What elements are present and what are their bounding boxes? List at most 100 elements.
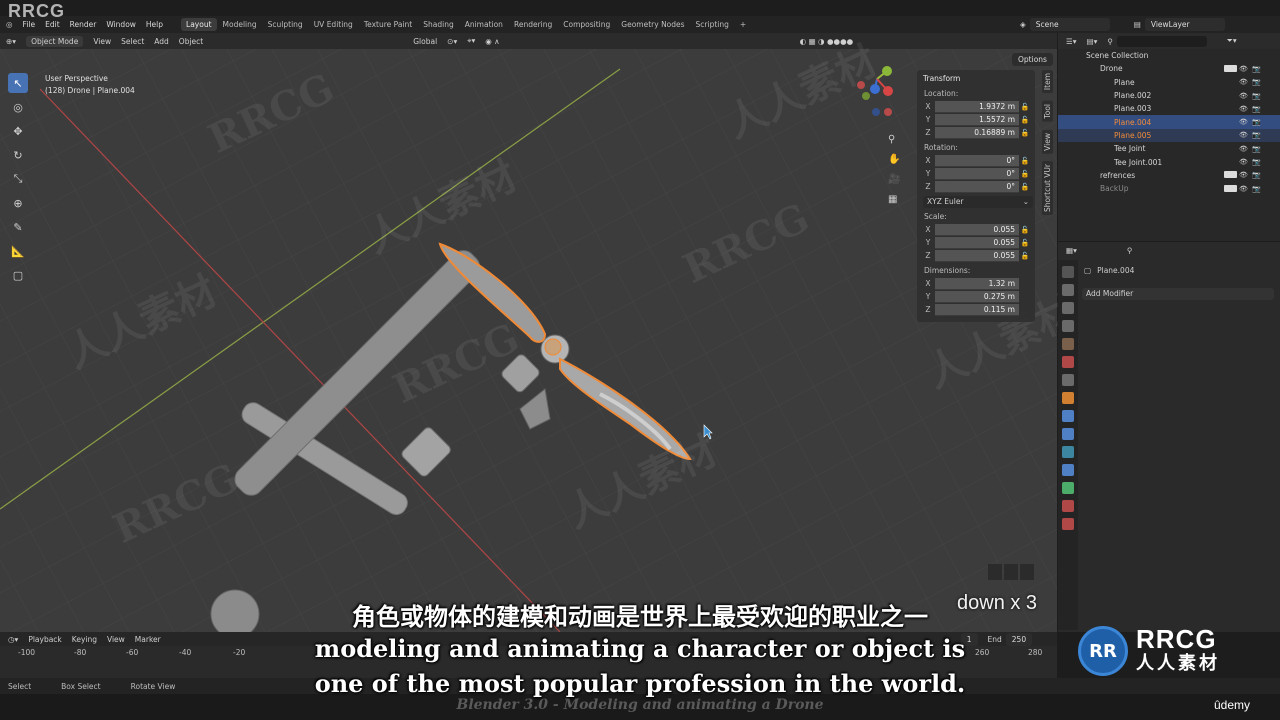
location-y-field[interactable]: 1.5572 m [935,113,1019,126]
tab-compositing[interactable]: Compositing [558,18,615,31]
options-button[interactable]: Options [1012,53,1053,66]
lock-icon[interactable]: 🔓 [1019,226,1031,234]
material-props-icon[interactable] [1062,500,1074,512]
scale-z-field[interactable]: 0.055 [935,249,1019,262]
constraints-props-icon[interactable] [1062,464,1074,476]
world-props-icon[interactable] [1062,356,1074,368]
search-icon[interactable]: ⚲ [1107,37,1113,46]
tab-shortcut-vur[interactable]: Shortcut VUr [1041,161,1053,216]
menu-view[interactable]: View [93,37,111,46]
properties-type-icon[interactable]: ▦▾ [1066,246,1077,255]
object-name[interactable]: Plane.004 [1097,266,1134,275]
lock-icon[interactable]: 🔓 [1019,239,1031,247]
location-x-field[interactable]: 1.9372 m [935,100,1019,113]
dimensions-x-field[interactable]: 1.32 m [935,277,1019,290]
physics-props-icon[interactable] [1062,446,1074,458]
lock-icon[interactable]: 🔓 [1019,252,1031,260]
tab-tool[interactable]: Tool [1041,101,1053,122]
dimensions-y-field[interactable]: 0.275 m [935,290,1019,303]
outliner-item-plane-003[interactable]: Plane.003 👁 📷 [1058,102,1280,115]
display-mode-icon[interactable]: ▤▾ [1087,37,1098,46]
add-modifier-dropdown[interactable]: Add Modifier [1082,288,1274,300]
object-props-icon[interactable] [1062,392,1074,404]
particles-props-icon[interactable] [1062,428,1074,440]
tab-view[interactable]: View [1041,129,1053,154]
tool-props-icon[interactable] [1062,266,1074,278]
tab-modeling[interactable]: Modeling [218,18,262,31]
texture-props-icon[interactable] [1062,518,1074,530]
tab-geometry-nodes[interactable]: Geometry Nodes [616,18,689,31]
measure-tool-icon[interactable]: 📐 [8,241,28,261]
tab-item[interactable]: Item [1041,70,1053,94]
rotation-mode-dropdown[interactable]: XYZ Euler ⌄ [923,196,1033,208]
scene-field[interactable]: Scene [1029,18,1110,31]
scene-props-icon[interactable] [1062,338,1074,350]
lock-icon[interactable]: 🔓 [1019,170,1031,178]
tab-scripting[interactable]: Scripting [691,18,734,31]
search-input[interactable] [1116,35,1207,47]
tab-animation[interactable]: Animation [460,18,508,31]
add-cube-tool-icon[interactable]: ▢ [8,265,28,285]
outliner-item-backup[interactable]: BackUp 👁 📷 [1058,182,1280,195]
scale-x-field[interactable]: 0.055 [935,223,1019,236]
outliner-item-plane[interactable]: Plane 👁 📷 [1058,76,1280,89]
move-tool-icon[interactable]: ✥ [8,121,28,141]
select-tool-icon[interactable]: ↖ [8,73,28,93]
mode-dropdown[interactable]: Object Mode [26,35,84,47]
outliner-item-refrences[interactable]: refrences 👁 📷 [1058,169,1280,182]
lock-icon[interactable]: 🔓 [1019,103,1031,111]
pivot-icon[interactable]: ⊙▾ [447,37,457,46]
scale-y-field[interactable]: 0.055 [935,236,1019,249]
transform-tool-icon[interactable]: ⊕ [8,193,28,213]
menu-help[interactable]: Help [146,20,163,29]
menu-render[interactable]: Render [70,20,97,29]
outliner-item-plane-004[interactable]: Plane.004 👁 📷 [1058,115,1280,129]
search-icon[interactable]: ⚲ [1127,246,1133,255]
tab-rendering[interactable]: Rendering [509,18,557,31]
menu-window[interactable]: Window [106,20,136,29]
filter-icon[interactable]: ⏷▾ [1227,36,1237,46]
snap-icon[interactable]: ⌖▾ [467,36,475,46]
tab-sculpting[interactable]: Sculpting [263,18,308,31]
tab-shading[interactable]: Shading [418,18,458,31]
tab-uv-editing[interactable]: UV Editing [309,18,358,31]
annotate-tool-icon[interactable]: ✎ [8,217,28,237]
outliner-item-plane-002[interactable]: Plane.002 👁 📷 [1058,89,1280,102]
data-props-icon[interactable] [1062,482,1074,494]
outliner-item-tee-joint[interactable]: Tee Joint 👁 📷 [1058,142,1280,155]
editor-type-icon[interactable]: ⊕▾ [6,37,16,46]
viewlayer-field[interactable]: ViewLayer [1144,18,1225,31]
output-props-icon[interactable] [1062,302,1074,314]
tab-texture-paint[interactable]: Texture Paint [359,18,417,31]
location-z-field[interactable]: 0.16889 m [935,126,1019,139]
render-props-icon[interactable] [1062,284,1074,296]
dimensions-z-field[interactable]: 0.115 m [935,303,1019,316]
lock-icon[interactable]: 🔓 [1019,116,1031,124]
outliner-item-drone[interactable]: Drone 👁 📷 [1058,62,1280,75]
zoom-icon[interactable]: ⚲ [888,130,900,150]
outliner-item-plane-005[interactable]: Plane.005 👁 📷 [1058,128,1280,143]
menu-select[interactable]: Select [121,37,144,46]
menu-add[interactable]: Add [154,37,169,46]
camera-icon[interactable]: 🎥 [888,170,900,190]
rotation-y-field[interactable]: 0° [935,167,1019,180]
rotation-z-field[interactable]: 0° [935,180,1019,193]
rotation-x-field[interactable]: 0° [935,154,1019,167]
pan-hand-icon[interactable]: ✋ [888,150,900,170]
collection-props-icon[interactable] [1062,374,1074,386]
rotate-tool-icon[interactable]: ↻ [8,145,28,165]
lock-icon[interactable]: 🔓 [1019,157,1031,165]
lock-icon[interactable]: 🔓 [1019,129,1031,137]
scale-tool-icon[interactable]: ⤡ [8,169,28,189]
menu-object[interactable]: Object [179,37,203,46]
add-workspace-button[interactable]: + [735,18,751,31]
cursor-tool-icon[interactable]: ◎ [8,97,28,117]
tab-layout[interactable]: Layout [181,18,217,31]
proportional-icon[interactable]: ◉ ∧ [485,37,499,46]
outliner-type-icon[interactable]: ☰▾ [1066,37,1077,46]
view-layer-props-icon[interactable] [1062,320,1074,332]
modifier-props-icon[interactable] [1062,410,1074,422]
ortho-grid-icon[interactable]: ▦ [888,190,900,210]
outliner-scene-collection[interactable]: Scene Collection [1058,49,1280,62]
lock-icon[interactable]: 🔓 [1019,183,1031,191]
